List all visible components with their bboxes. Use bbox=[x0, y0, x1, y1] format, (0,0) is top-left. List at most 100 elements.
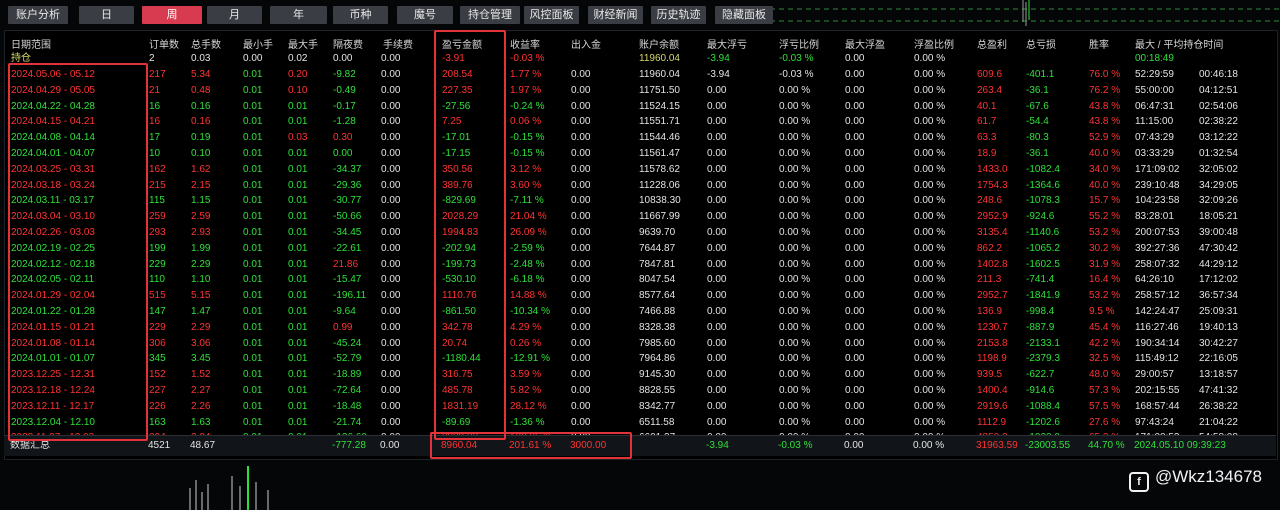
toolbar-button-year[interactable]: 年 bbox=[270, 6, 327, 24]
column-header-total-profit[interactable]: 总盈利 bbox=[977, 36, 1007, 51]
cell-max-hold-time: 104:23:58 bbox=[1135, 195, 1180, 207]
column-header-max-lot[interactable]: 最大手 bbox=[288, 36, 318, 51]
cell-total-profit: 1400.4 bbox=[977, 385, 1008, 396]
toolbar-button-hide-panel[interactable]: 隐藏面板 bbox=[715, 6, 773, 24]
column-header-return-rate[interactable]: 收益率 bbox=[510, 36, 540, 51]
table-row[interactable]: 2023.12.18 - 12.24 227 2.27 0.01 0.01 -72.64 0… bbox=[5, 383, 1277, 399]
toolbar-button-day[interactable]: 日 bbox=[79, 6, 134, 24]
toolbar-button-week[interactable]: 周 bbox=[142, 6, 202, 24]
cell-total-lots: 0.19 bbox=[191, 132, 211, 144]
table-row[interactable]: 2024.05.06 - 05.12 217 5.34 0.01 0.20 -9.82 0.… bbox=[5, 67, 1277, 83]
column-header-deposit-withdraw[interactable]: 出入金 bbox=[571, 36, 601, 51]
watermark: f @Wkz134678 bbox=[1128, 467, 1262, 492]
cell-max-hold-time: 142:24:47 bbox=[1135, 306, 1180, 317]
cell-total-lots: 2.59 bbox=[191, 211, 211, 223]
column-header-balance[interactable]: 账户余额 bbox=[639, 36, 679, 51]
cell-min-lot: 0.01 bbox=[243, 227, 263, 238]
column-header-total-lots[interactable]: 总手数 bbox=[191, 36, 221, 51]
table-row[interactable]: 2024.03.11 - 03.17 115 1.15 0.01 0.01 -30.77 0… bbox=[5, 193, 1277, 209]
cell-max-floating-loss: -3.94 bbox=[707, 53, 730, 64]
table-row[interactable]: 2024.04.01 - 04.07 10 0.10 0.01 0.01 0.00 0.00… bbox=[5, 146, 1277, 162]
table-row[interactable]: 2024.02.05 - 02.11 110 1.10 0.01 0.01 -15.47 0… bbox=[5, 272, 1277, 288]
toolbar: 账户分析日周月年币种 魔号 持仓管理 风控面板 财经新闻 历史轨迹 隐藏面板 bbox=[0, 0, 1280, 30]
column-header-swap[interactable]: 隔夜费 bbox=[333, 36, 363, 51]
table-row[interactable]: 2024.03.04 - 03.10 259 2.59 0.01 0.01 -50.66 0… bbox=[5, 209, 1277, 225]
cell-max-hold-time: 239:10:48 bbox=[1135, 179, 1180, 191]
table-row[interactable]: 2024.02.12 - 02.18 229 2.29 0.01 0.01 21.86 0.… bbox=[5, 257, 1277, 273]
cell-balance: 9145.30 bbox=[639, 369, 676, 381]
table-row[interactable]: 2023.12.11 - 12.17 226 2.26 0.01 0.01 -18.48 0… bbox=[5, 399, 1277, 415]
toolbar-button-position-management[interactable]: 持仓管理 bbox=[460, 6, 520, 24]
toolbar-button-account-analysis[interactable]: 账户分析 bbox=[8, 6, 68, 24]
cell-order-count: 16 bbox=[149, 116, 161, 128]
column-header-max-floating-profit[interactable]: 最大浮盈 bbox=[845, 36, 885, 51]
table-row[interactable]: 2024.02.19 - 02.25 199 1.99 0.01 0.01 -22.61 0… bbox=[5, 241, 1277, 257]
toolbar-button-magic-number[interactable]: 魔号 bbox=[397, 6, 453, 24]
toolbar-button-month[interactable]: 月 bbox=[207, 6, 262, 24]
column-header-max-hold-time[interactable]: 最大 / 平均持仓时间 bbox=[1135, 36, 1223, 51]
cell-max-lot: 0.01 bbox=[288, 321, 308, 333]
column-header-max-floating-loss[interactable]: 最大浮亏 bbox=[707, 36, 747, 51]
toolbar-button-currency[interactable]: 币种 bbox=[333, 6, 388, 24]
cell-return-rate: 3.59 % bbox=[510, 369, 542, 381]
table-row[interactable]: 2024.04.29 - 05.05 21 0.48 0.01 0.10 -0.49 0.0… bbox=[5, 83, 1277, 99]
toolbar-button-finance-news[interactable]: 财经新闻 bbox=[588, 6, 643, 24]
cell-swap: -52.79 bbox=[333, 353, 362, 365]
table-row[interactable]: 2023.12.04 - 12.10 163 1.63 0.01 0.01 -21.74 0… bbox=[5, 415, 1277, 431]
cell-deposit-withdraw: 0.00 bbox=[571, 353, 591, 365]
cell-commission: 0.00 bbox=[381, 69, 401, 80]
cell-max-floating-loss: 0.00 bbox=[707, 100, 727, 112]
table-row[interactable]: 2024.04.22 - 04.28 16 0.16 0.01 0.01 -0.17 0.0… bbox=[5, 99, 1277, 115]
cell-floating-loss-ratio: 0.00 % bbox=[779, 84, 811, 96]
column-header-pnl[interactable]: 盈亏金额 bbox=[442, 36, 482, 51]
table-row[interactable]: 2024.03.18 - 03.24 215 2.15 0.01 0.01 -29.36 0… bbox=[5, 178, 1277, 194]
table-row[interactable]: 2024.01.22 - 01.28 147 1.47 0.01 0.01 -9.64 0.… bbox=[5, 304, 1277, 320]
column-header-min-lot[interactable]: 最小手 bbox=[243, 36, 273, 51]
column-header-commission[interactable]: 手续费 bbox=[383, 36, 413, 51]
column-header-win-rate[interactable]: 胜率 bbox=[1089, 36, 1109, 51]
table-row[interactable]: 2024.04.08 - 04.14 17 0.19 0.01 0.03 0.30 0.00… bbox=[5, 130, 1277, 146]
cell-return-rate: -2.59 % bbox=[510, 242, 545, 254]
cell-balance: 11667.99 bbox=[639, 211, 680, 223]
cell-total-profit: 211.3 bbox=[977, 274, 1002, 286]
column-header-floating-profit-ratio[interactable]: 浮盈比例 bbox=[914, 36, 954, 51]
column-header-total-loss[interactable]: 总亏损 bbox=[1026, 36, 1056, 51]
table-row[interactable]: 2024.04.15 - 04.21 16 0.16 0.01 0.01 -1.28 0.0… bbox=[5, 114, 1277, 130]
toolbar-button-risk-panel[interactable]: 风控面板 bbox=[524, 6, 579, 24]
cell-total-loss: -401.1 bbox=[1026, 69, 1055, 80]
column-header-floating-loss-ratio[interactable]: 浮亏比例 bbox=[779, 36, 819, 51]
toolbar-button-history-track[interactable]: 历史轨迹 bbox=[651, 6, 706, 24]
cell-max-floating-profit: 0.00 bbox=[845, 179, 865, 191]
cell-total-lots: 2.29 bbox=[191, 321, 211, 333]
cell-deposit-withdraw: 0.00 bbox=[571, 116, 591, 128]
cell-total-loss: -1202.6 bbox=[1026, 416, 1060, 428]
cell-win-rate: 32.5 % bbox=[1089, 353, 1121, 365]
table-row[interactable]: 2024.01.15 - 01.21 229 2.29 0.01 0.01 0.99 0.0… bbox=[5, 320, 1277, 336]
cell-deposit-withdraw: 0.00 bbox=[571, 400, 591, 412]
table-row[interactable]: 2024.01.29 - 02.04 515 5.15 0.01 0.01 -196.11… bbox=[5, 288, 1277, 304]
column-header-date-range[interactable]: 日期范围 bbox=[11, 36, 51, 51]
cell-swap: 0.30 bbox=[333, 132, 353, 144]
summary-order-count: 4521 bbox=[148, 440, 171, 451]
table-row[interactable]: 2024.01.08 - 01.14 306 3.06 0.01 0.01 -45.24 0… bbox=[5, 336, 1277, 352]
table-row[interactable]: 2023.12.25 - 12.31 152 1.52 0.01 0.01 -18.89 0… bbox=[5, 367, 1277, 383]
table-row[interactable]: 2024.03.25 - 03.31 162 1.62 0.01 0.01 -34.37 0… bbox=[5, 162, 1277, 178]
cell-floating-profit-ratio: 0.00 % bbox=[914, 321, 946, 333]
table-row[interactable]: 2024.02.26 - 03.03 293 2.93 0.01 0.01 -34.45 0… bbox=[5, 225, 1277, 241]
cell-floating-loss-ratio: 0.00 % bbox=[779, 416, 811, 428]
cell-swap: -18.89 bbox=[333, 369, 362, 381]
column-header-order-count[interactable]: 订单数 bbox=[149, 36, 179, 51]
cell-order-count: 162 bbox=[149, 163, 166, 175]
cell-max-lot: 0.01 bbox=[288, 179, 308, 191]
cell-total-profit: 609.6 bbox=[977, 69, 1003, 80]
cell-balance: 7964.86 bbox=[639, 353, 676, 365]
open-position-row[interactable]: 持仓 2 0.03 0.00 0.02 0.00 0.00 -3.91 -0.03 % 11960… bbox=[5, 51, 1277, 67]
cell-max-floating-profit: 0.00 bbox=[845, 274, 865, 286]
cell-order-count: 2 bbox=[149, 53, 155, 64]
cell-max-hold-time: 83:28:01 bbox=[1135, 211, 1174, 223]
cell-commission: 0.00 bbox=[381, 274, 401, 286]
table-row[interactable]: 2024.01.01 - 01.07 345 3.45 0.01 0.01 -52.79 0… bbox=[5, 351, 1277, 367]
cell-commission: 0.00 bbox=[381, 290, 401, 302]
cell-total-lots: 0.48 bbox=[191, 84, 211, 96]
cell-total-loss: -1088.4 bbox=[1026, 400, 1060, 412]
